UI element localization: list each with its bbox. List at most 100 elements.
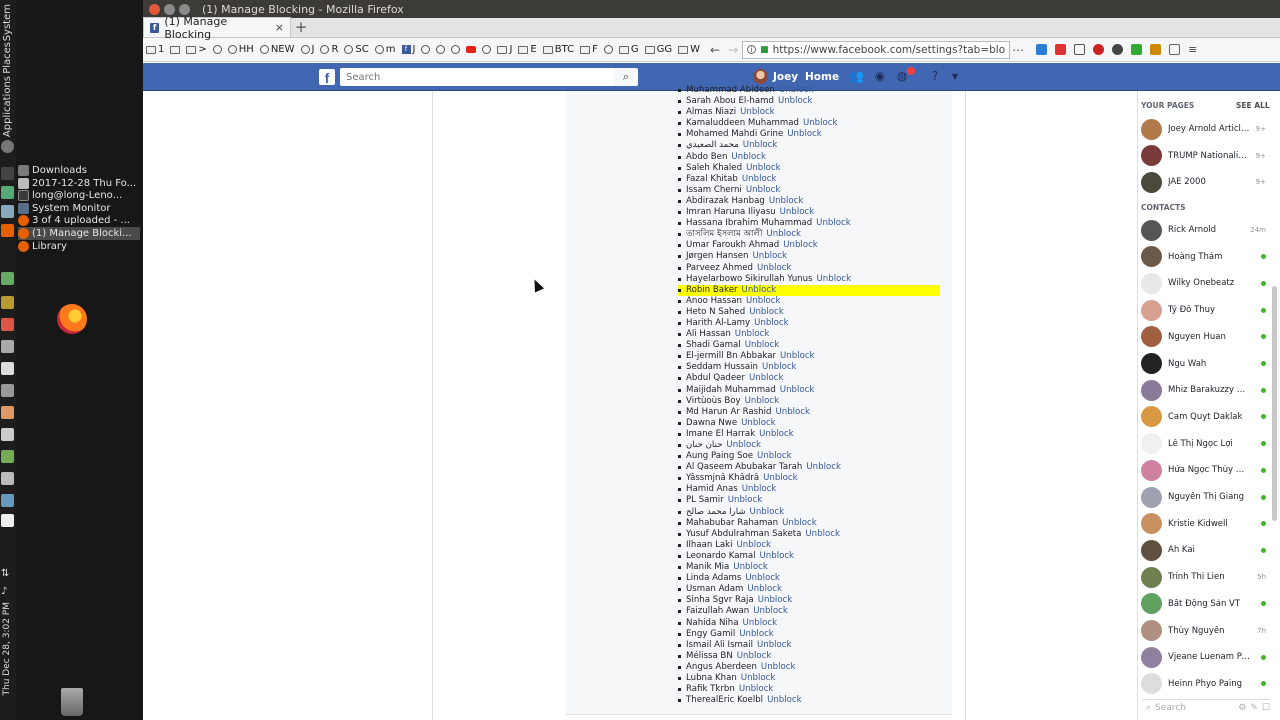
bookmark-item[interactable]: J <box>497 44 512 55</box>
page-row[interactable]: JAE 2000 9+ <box>1141 170 1266 194</box>
unblock-link[interactable]: Unblock <box>742 285 777 295</box>
bookmark-item[interactable]: 1 <box>146 44 164 55</box>
page-row[interactable]: TRUMP Nationalism ... 9+ <box>1141 144 1266 168</box>
app-launcher-icon[interactable] <box>1 450 14 463</box>
sidebar-icon[interactable] <box>1169 44 1181 55</box>
app-launcher-icon[interactable] <box>1 514 14 527</box>
app-launcher-icon[interactable] <box>1 362 14 375</box>
unblock-link[interactable]: Unblock <box>745 573 780 583</box>
bookmark-item[interactable] <box>603 45 613 54</box>
unblock-link[interactable]: Unblock <box>733 562 768 572</box>
unblock-link[interactable]: Unblock <box>760 551 795 561</box>
app-launcher-icon[interactable] <box>1 296 14 309</box>
unblock-link[interactable]: Unblock <box>803 118 838 128</box>
unblock-link[interactable]: Unblock <box>728 495 763 505</box>
window-list-item-active[interactable]: (1) Manage Blocki... <box>18 227 140 240</box>
unblock-link[interactable]: Unblock <box>780 351 815 361</box>
facebook-logo[interactable]: f <box>319 69 335 86</box>
extension-shield-icon[interactable] <box>1055 44 1067 55</box>
bookmark-item[interactable]: HH <box>227 44 254 55</box>
unblock-link[interactable]: Unblock <box>780 207 815 217</box>
clock[interactable]: Thu Dec 28, 3:02 PM <box>2 602 12 695</box>
unblock-link[interactable]: Unblock <box>754 318 789 328</box>
contact-row[interactable]: Ngu Wah <box>1141 352 1266 376</box>
bookmark-item[interactable]: > <box>186 44 207 55</box>
extension-yd-icon[interactable] <box>1150 44 1162 55</box>
unblock-link[interactable]: Unblock <box>758 595 793 605</box>
contact-row[interactable]: Cam Quyt Daklak <box>1141 405 1266 429</box>
url-bar[interactable]: i ■ https://www.facebook.com/settings?ta… <box>742 40 1011 59</box>
bookmark-item[interactable]: G <box>618 44 639 55</box>
home-link[interactable]: Home <box>805 71 839 83</box>
library-icon[interactable] <box>1074 44 1086 55</box>
maximize-window-button[interactable] <box>179 3 190 15</box>
unblock-link[interactable]: Unblock <box>741 673 776 683</box>
contact-row[interactable]: Rick Arnold 24m <box>1141 218 1266 242</box>
unblock-link[interactable]: Unblock <box>742 174 777 184</box>
window-list-item[interactable]: Downloads <box>18 164 140 177</box>
extension-dark-icon[interactable] <box>1112 44 1124 55</box>
contact-row[interactable]: Mhiz Barakuzzy Emill... <box>1141 378 1266 402</box>
lock-icon[interactable]: ■ <box>760 45 769 55</box>
extension-green-icon[interactable] <box>1131 44 1143 55</box>
bookmark-item[interactable] <box>421 45 431 54</box>
search-icon[interactable]: ⌕ <box>614 68 638 86</box>
contact-row[interactable]: Heinn Phyo Paing <box>1141 672 1266 696</box>
unblock-link[interactable]: Unblock <box>746 185 781 195</box>
account-menu-chevron-down-icon[interactable]: ▼ <box>948 70 962 83</box>
facebook-search-input[interactable] <box>340 68 636 86</box>
firefox-launcher-icon[interactable] <box>1 224 14 237</box>
contact-row[interactable]: Lê Thị Ngọc Lợi <box>1141 432 1266 456</box>
system-menu[interactable]: System <box>2 4 13 41</box>
app-launcher-icon[interactable] <box>1 318 14 331</box>
unblock-link[interactable]: Unblock <box>745 396 780 406</box>
page-actions-icon[interactable]: ⋯ <box>1012 43 1024 57</box>
unblock-link[interactable]: Unblock <box>757 640 792 650</box>
unblock-link[interactable]: Unblock <box>763 473 798 483</box>
unblock-link[interactable]: Unblock <box>769 196 804 206</box>
compose-icon[interactable]: ✎ <box>1250 703 1258 713</box>
bookmark-item[interactable] <box>212 45 222 54</box>
hamburger-menu-icon[interactable]: ≡ <box>1188 44 1199 55</box>
contact-row[interactable]: Nguyen Huan <box>1141 325 1266 349</box>
bookmark-item[interactable] <box>451 45 461 54</box>
unblock-link[interactable]: Unblock <box>749 373 784 383</box>
app-launcher-icon[interactable] <box>1 205 14 218</box>
contact-row[interactable]: Bất Động Sản VT <box>1141 592 1266 616</box>
contact-row[interactable]: Kristie Kidwell <box>1141 512 1266 536</box>
app-launcher-icon[interactable] <box>1 384 14 397</box>
bookmark-item[interactable] <box>436 45 446 54</box>
unblock-link[interactable]: Unblock <box>739 629 774 639</box>
app-launcher-icon[interactable] <box>1 494 14 507</box>
page-row[interactable]: Joey Arnold Articles 9+ <box>1141 117 1266 141</box>
unblock-link[interactable]: Unblock <box>746 163 781 173</box>
app-launcher-icon[interactable] <box>1 186 14 199</box>
contact-row[interactable]: Wilky Onebeatz <box>1141 271 1266 295</box>
unblock-link[interactable]: Unblock <box>737 540 772 550</box>
bookmark-item[interactable]: J <box>300 44 314 55</box>
bookmark-item[interactable]: GG <box>644 44 672 55</box>
contact-row[interactable]: Hoàng Thám <box>1141 245 1266 269</box>
unblock-link[interactable]: Unblock <box>767 695 802 705</box>
unblock-link[interactable]: Unblock <box>750 507 785 517</box>
unblock-link[interactable]: Unblock <box>739 684 774 694</box>
unblock-link[interactable]: Unblock <box>726 440 761 450</box>
trash-icon[interactable] <box>61 688 83 716</box>
app-launcher-icon[interactable] <box>1 472 14 485</box>
network-icon[interactable]: ⇅ <box>1 568 14 581</box>
unblock-link[interactable]: Unblock <box>761 662 796 672</box>
extension-red-icon[interactable] <box>1093 44 1105 55</box>
unblock-link[interactable]: Unblock <box>806 462 841 472</box>
bookmark-item[interactable]: R <box>320 44 338 55</box>
applications-menu[interactable]: Applications <box>2 76 13 137</box>
unblock-link[interactable]: Unblock <box>747 584 782 594</box>
unblock-link[interactable]: Unblock <box>745 340 780 350</box>
back-arrow-icon[interactable]: ← <box>710 43 720 57</box>
contact-row[interactable]: Vjeane Luenam Patr... <box>1141 645 1266 669</box>
forward-arrow-icon[interactable]: → <box>728 43 738 57</box>
unblock-link[interactable]: Unblock <box>775 407 810 417</box>
close-tab-icon[interactable]: × <box>275 21 284 34</box>
unblock-link[interactable]: Unblock <box>743 140 778 150</box>
see-all-link[interactable]: SEE ALL <box>1236 101 1270 110</box>
unblock-link[interactable]: Unblock <box>742 484 777 494</box>
